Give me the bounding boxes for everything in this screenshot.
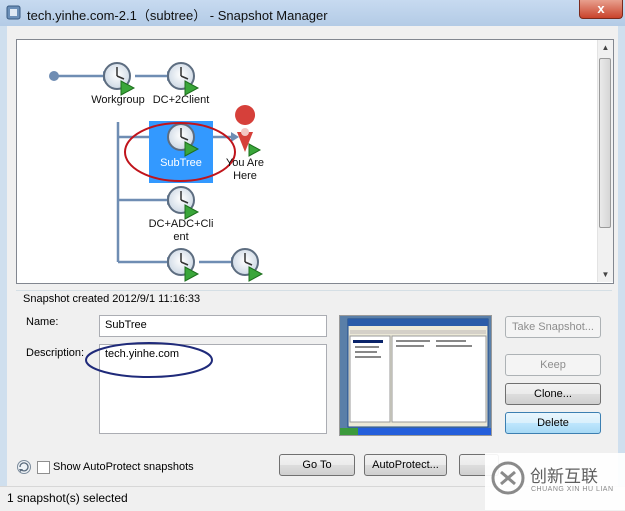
keep-button[interactable]: Keep (505, 354, 601, 376)
snapshot-clock-icon[interactable] (167, 62, 200, 96)
status-text: 1 snapshot(s) selected (7, 491, 128, 505)
watermark-subtext: CHUANG XIN HU LIAN (531, 486, 614, 493)
watermark-text: 创新互联 (530, 467, 598, 486)
node-label-dc-adc-client-line1[interactable]: DC+ADC+Cli (146, 218, 216, 230)
thumbnail-screen-preview (340, 316, 491, 435)
show-autoprotect-checkbox[interactable] (37, 461, 50, 474)
snapshot-clock-icon[interactable] (231, 248, 264, 282)
you-are-here-pin-icon (235, 105, 262, 157)
show-autoprotect-label[interactable]: Show AutoProtect snapshots (53, 461, 194, 473)
navy-annotation-ellipse (85, 342, 213, 378)
node-label-subtree[interactable]: SubTree (150, 157, 212, 169)
scroll-thumb[interactable] (599, 58, 611, 228)
clone-button[interactable]: Clone... (505, 383, 601, 405)
dialog-client-area: Workgroup DC+2Client SubTree DC+ADC+Cli … (7, 26, 618, 502)
close-button[interactable]: x (579, 0, 623, 19)
take-snapshot-button[interactable]: Take Snapshot... (505, 316, 601, 338)
autoprotect-icon (17, 460, 31, 474)
tree-vertical-scrollbar[interactable]: ▲ ▼ (597, 40, 613, 282)
watermark: 创新互联 CHUANG XIN HU LIAN (485, 453, 625, 510)
autoprotect-button[interactable]: AutoProtect... (364, 454, 447, 476)
title-bar[interactable]: tech.yinhe.com-2.1（subtree） - Snapshot M… (0, 0, 625, 26)
description-label: Description: (26, 347, 85, 359)
go-to-button[interactable]: Go To (279, 454, 355, 476)
delete-button[interactable]: Delete (505, 412, 601, 434)
you-are-here-label-line1: You Are (225, 157, 265, 169)
scroll-down-arrow-icon[interactable]: ▼ (598, 267, 613, 282)
vmware-app-icon (6, 5, 21, 20)
node-label-dc-2client[interactable]: DC+2Client (146, 94, 216, 106)
you-are-here-label-line2: Here (233, 170, 257, 182)
snapshot-manager-window: tech.yinhe.com-2.1（subtree） - Snapshot M… (0, 0, 625, 511)
node-label-dc-adc-client-line2[interactable]: ent (146, 231, 216, 243)
snapshot-tree-panel[interactable]: Workgroup DC+2Client SubTree DC+ADC+Cli … (16, 39, 614, 284)
snapshot-tree-diagram (49, 62, 264, 282)
tree-root-dot (49, 71, 59, 81)
name-label: Name: (26, 316, 59, 328)
snapshot-thumbnail-image (339, 315, 492, 436)
scroll-up-arrow-icon[interactable]: ▲ (598, 40, 613, 55)
window-title: tech.yinhe.com-2.1（subtree） - Snapshot M… (27, 8, 328, 23)
snapshot-clock-icon[interactable] (167, 186, 200, 220)
node-label-workgroup[interactable]: Workgroup (88, 94, 148, 106)
name-field[interactable]: SubTree (99, 315, 327, 337)
watermark-logo-icon (491, 461, 525, 495)
snapshot-clock-icon[interactable] (103, 62, 136, 96)
snapshot-clock-icon[interactable] (167, 248, 200, 282)
snapshot-created-text: Snapshot created 2012/9/1 11:16:33 (23, 293, 201, 305)
